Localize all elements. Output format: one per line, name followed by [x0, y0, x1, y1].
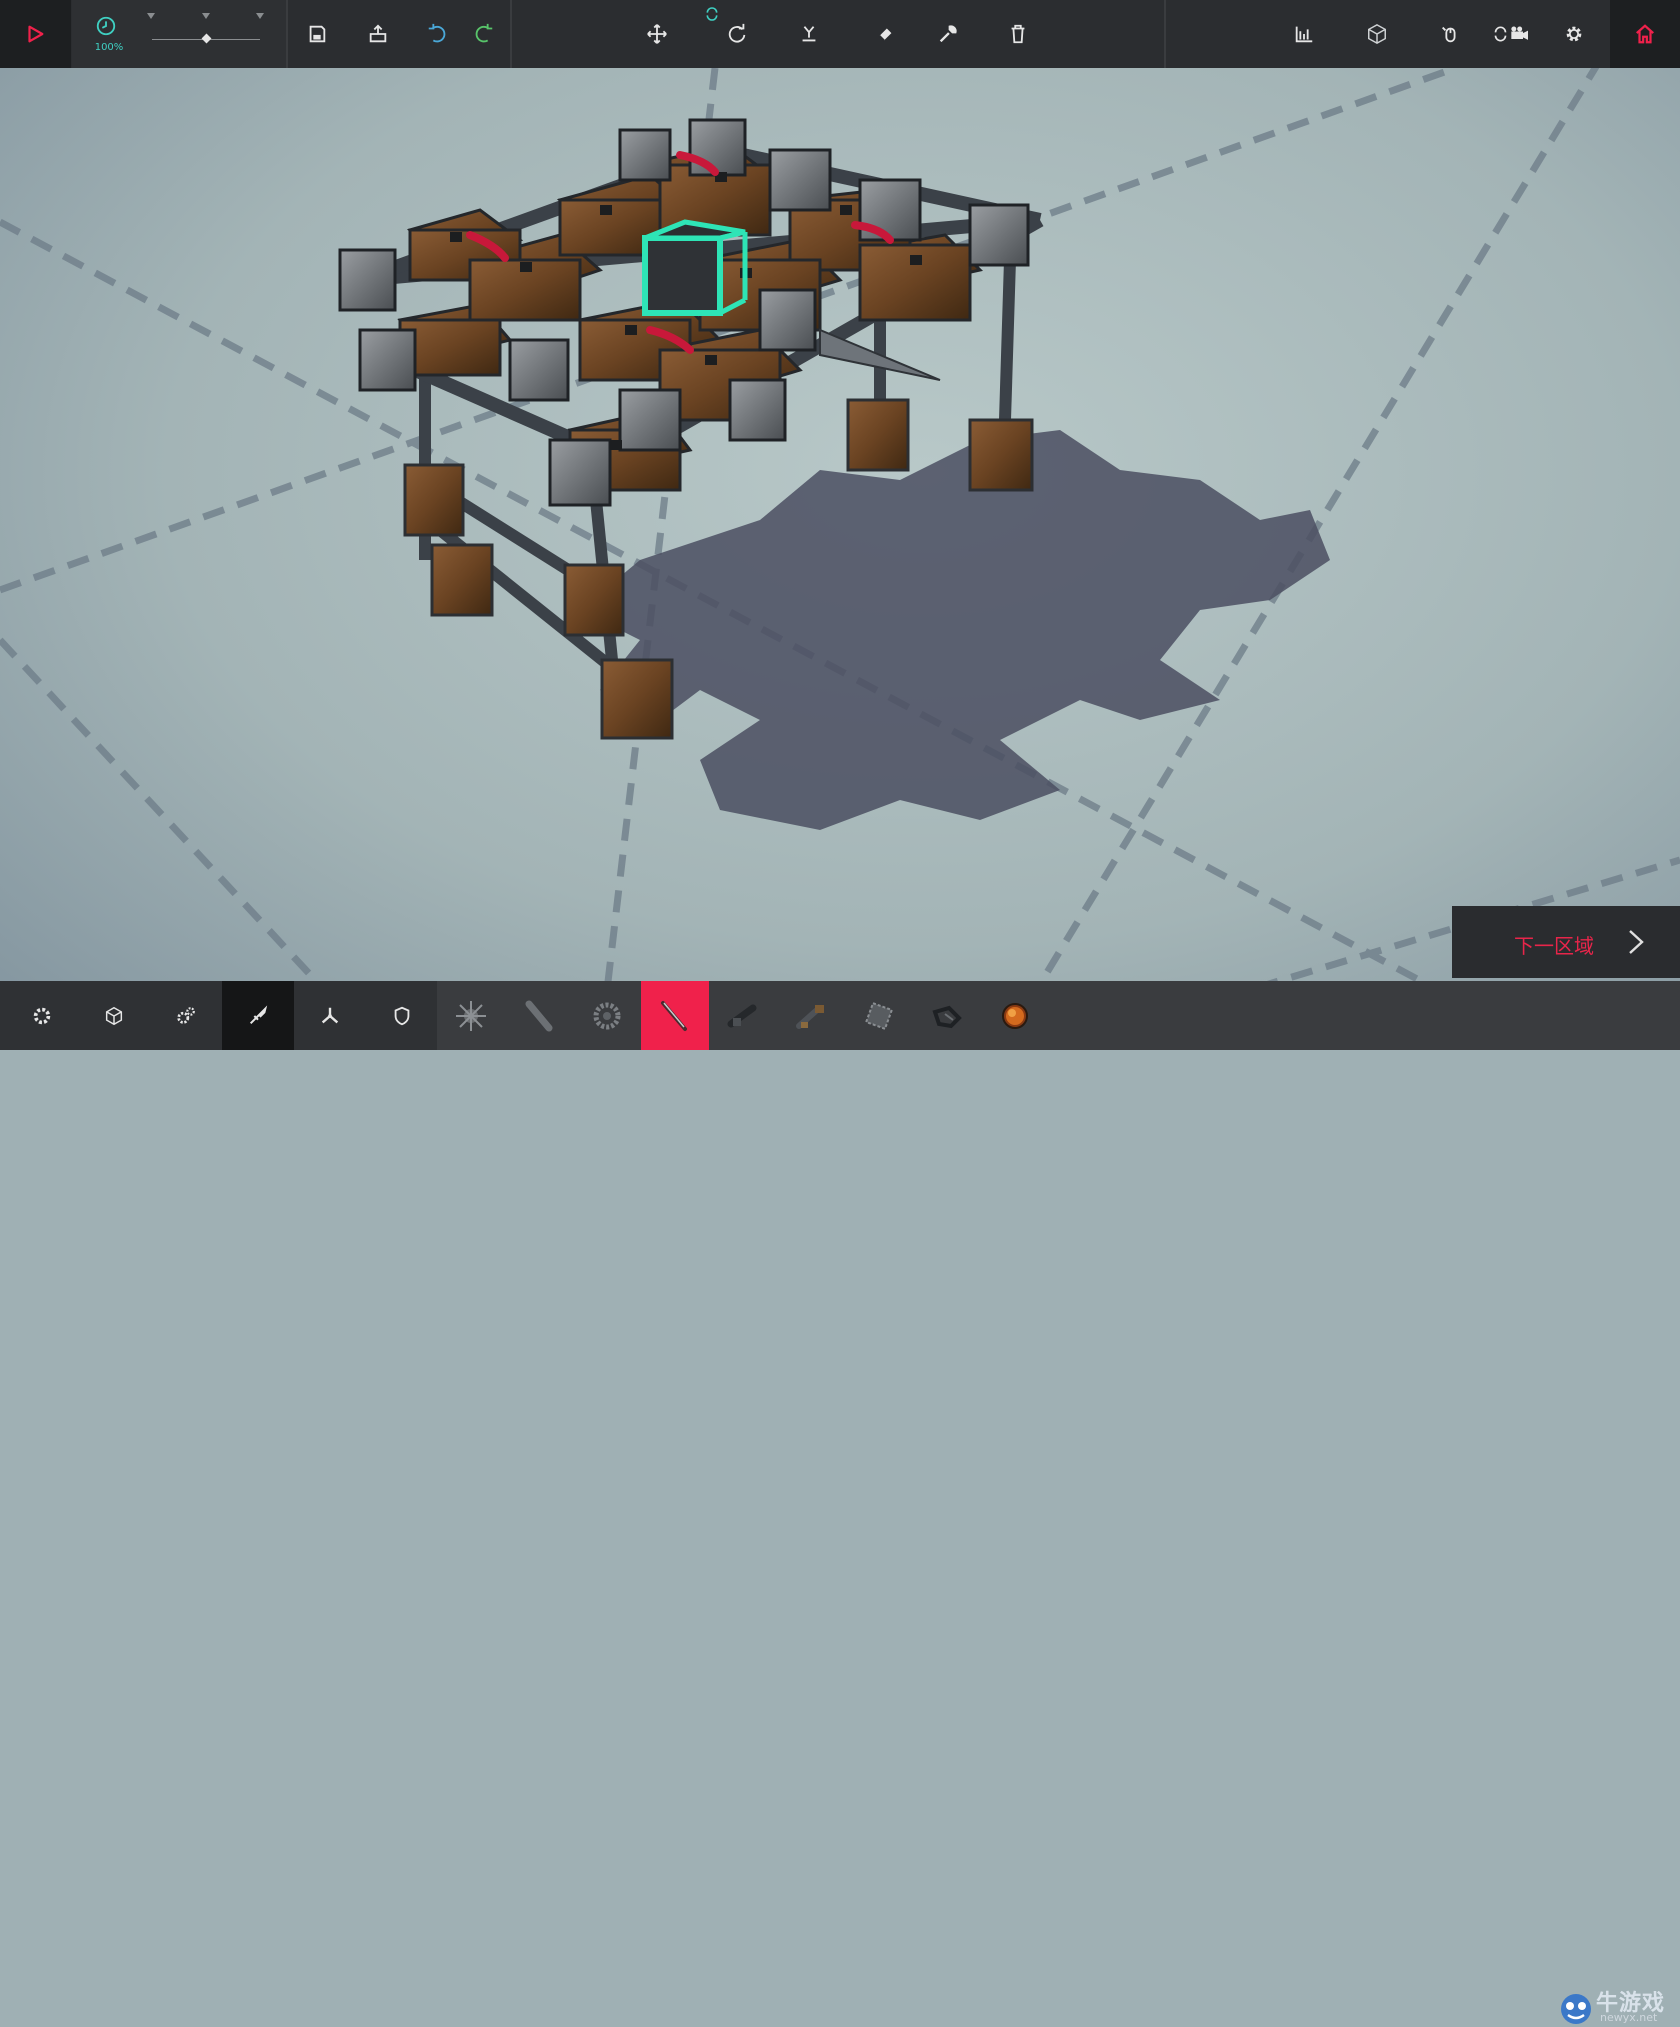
block-icon	[105, 1006, 123, 1025]
rotate-icon	[728, 23, 746, 43]
chevron-right-icon	[1629, 930, 1644, 954]
category-blocks[interactable]	[78, 981, 150, 1050]
saw-icon	[593, 1002, 621, 1029]
basic-icon	[33, 1007, 51, 1024]
move-tool-button[interactable]	[637, 14, 677, 54]
block-list	[437, 981, 1680, 1050]
next-zone-label: 下一区域	[1514, 934, 1594, 958]
spike-ball-icon	[456, 1000, 486, 1031]
watermark-url: newyx.net	[1600, 2011, 1658, 2024]
next-zone-button[interactable]: 下一区域	[1452, 906, 1680, 978]
flip-tool-button[interactable]	[789, 14, 829, 54]
paint-icon	[878, 28, 892, 42]
play-button[interactable]	[15, 14, 55, 54]
block-bomb[interactable]	[981, 981, 1049, 1050]
mouse-control-icon	[1442, 26, 1456, 43]
delete-tool-button[interactable]	[998, 14, 1038, 54]
paint-tool-button[interactable]	[865, 14, 905, 54]
block-blade[interactable]	[641, 981, 709, 1050]
file-section	[290, 0, 510, 68]
redo-button[interactable]	[464, 14, 504, 54]
watermark-logo-icon	[1561, 1994, 1591, 2024]
speed-icon	[96, 16, 116, 36]
category-propulsion[interactable]	[294, 981, 366, 1050]
crossbow-icon	[796, 1004, 824, 1029]
stats-icon	[1295, 26, 1313, 43]
save-button[interactable]	[297, 14, 337, 54]
block-crossbow[interactable]	[777, 981, 845, 1050]
slider-tick	[256, 13, 264, 19]
speed-value: 100%	[94, 42, 124, 53]
camera-switch-button[interactable]	[1483, 14, 1543, 54]
speed-slider-thumb[interactable]	[201, 33, 212, 44]
speed-button[interactable]	[86, 6, 126, 46]
save-icon	[309, 25, 326, 43]
home-section	[1610, 0, 1680, 68]
cannon-icon	[727, 1004, 757, 1027]
view-section	[1166, 0, 1608, 68]
edit-tools-section	[512, 0, 1164, 68]
weapon-icon	[249, 1004, 268, 1024]
block-drill[interactable]	[913, 981, 981, 1050]
propulsion-icon	[321, 1007, 339, 1023]
cube-view-icon	[1368, 23, 1386, 45]
plank-icon	[525, 1000, 553, 1031]
play-section	[0, 0, 71, 68]
modify-tool-button[interactable]	[928, 14, 968, 54]
flip-icon	[802, 26, 816, 42]
time-scale-section: 100%	[72, 0, 286, 68]
redo-icon	[475, 23, 493, 43]
rotate-tool-button[interactable]	[717, 14, 757, 54]
grinder-icon	[864, 1001, 894, 1030]
stats-button[interactable]	[1284, 14, 1324, 54]
trash-icon	[1011, 24, 1025, 44]
block-spike-ball[interactable]	[437, 981, 505, 1050]
undo-icon	[428, 23, 446, 43]
slider-tick	[202, 13, 210, 19]
category-basic[interactable]	[6, 981, 78, 1050]
bomb-icon	[1002, 1002, 1028, 1029]
block-cannon[interactable]	[709, 981, 777, 1050]
mechanical-icon	[177, 1006, 195, 1024]
build-scene[interactable]	[0, 0, 1680, 1050]
category-armour[interactable]	[366, 981, 438, 1050]
camera-icon	[1494, 26, 1528, 42]
gear-icon	[1566, 26, 1582, 42]
armour-icon	[394, 1006, 410, 1025]
block-grinder[interactable]	[845, 981, 913, 1050]
block-saw[interactable]	[573, 981, 641, 1050]
top-toolbar: 100%	[0, 0, 1680, 68]
category-weapons[interactable]	[222, 981, 294, 1050]
load-button[interactable]	[358, 14, 398, 54]
category-mechanical[interactable]	[150, 981, 222, 1050]
settings-button[interactable]	[1554, 14, 1594, 54]
home-icon	[1636, 24, 1654, 44]
slider-tick	[147, 13, 155, 19]
divider	[286, 0, 288, 68]
play-icon	[28, 25, 44, 43]
block-plank[interactable]	[505, 981, 573, 1050]
block-view-button[interactable]	[1357, 14, 1397, 54]
load-icon	[369, 24, 387, 43]
watermark: 牛游戏 newyx.net	[1552, 1985, 1676, 2027]
undo-button[interactable]	[417, 14, 457, 54]
blade-icon	[661, 1000, 687, 1031]
block-palette-bar: 牛游戏 newyx.net	[0, 981, 1680, 2024]
wrench-icon	[939, 25, 957, 43]
drill-icon	[932, 1005, 962, 1028]
move-icon	[647, 24, 667, 44]
mouse-control-button[interactable]	[1430, 14, 1470, 54]
home-button[interactable]	[1625, 14, 1665, 54]
